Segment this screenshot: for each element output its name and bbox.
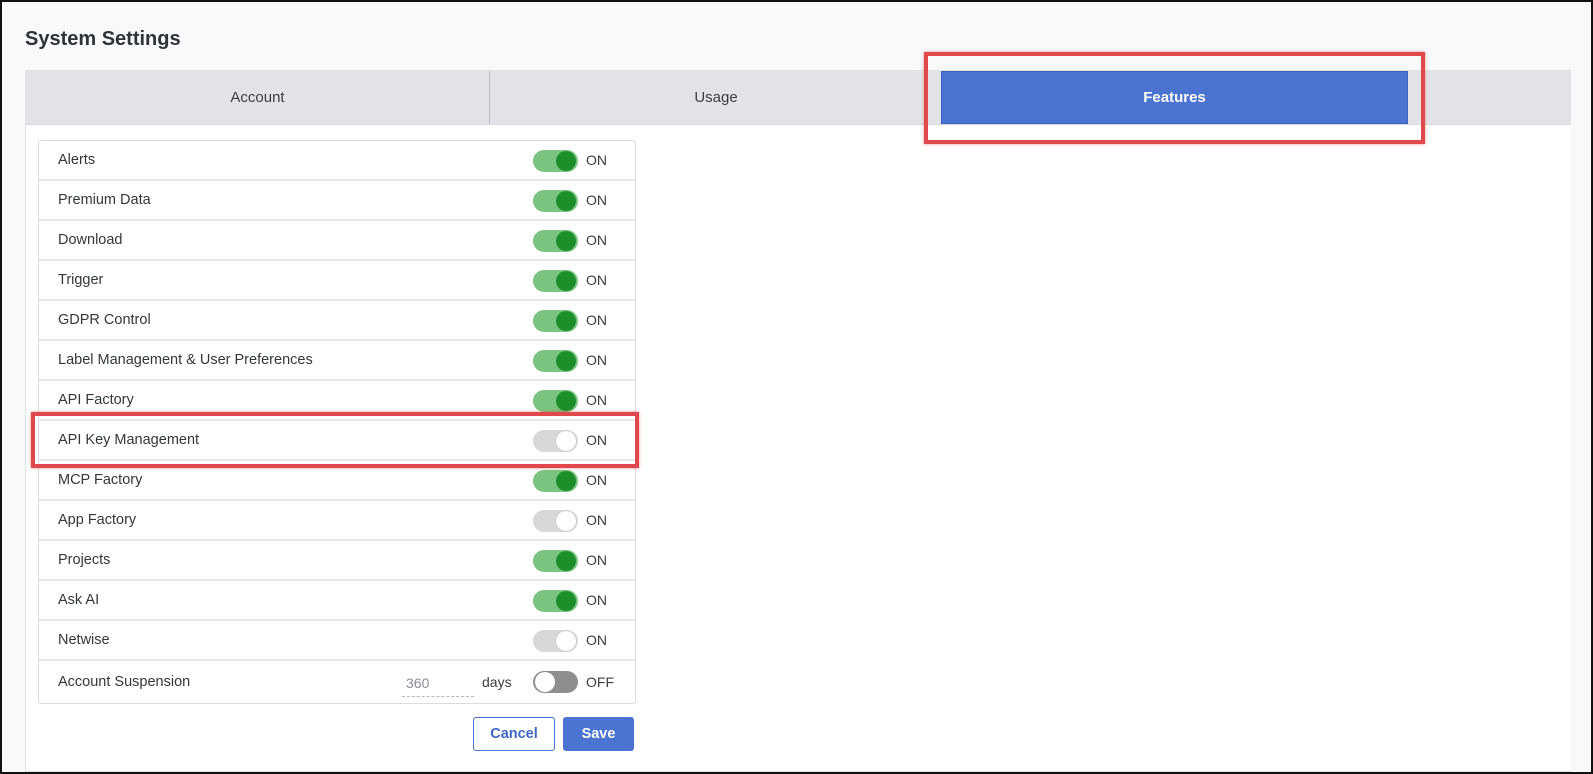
feature-toggle[interactable] <box>533 310 578 332</box>
feature-state-label: ON <box>586 472 607 488</box>
feature-state-label: ON <box>586 432 607 448</box>
feature-toggle[interactable] <box>533 630 578 652</box>
feature-label: Download <box>58 232 123 248</box>
feature-toggle[interactable] <box>533 150 578 172</box>
settings-card: Account Usage Features Alerts ON Premium D… <box>25 70 1571 772</box>
feature-toggle[interactable] <box>533 390 578 412</box>
feature-state-label: ON <box>586 352 607 368</box>
feature-state-label: ON <box>586 232 607 248</box>
feature-row: Netwise ON <box>39 621 635 661</box>
feature-state-label: ON <box>586 512 607 528</box>
days-unit-label: days <box>482 674 512 690</box>
feature-state-label: ON <box>586 192 607 208</box>
toggle-knob <box>556 351 576 371</box>
feature-label: Projects <box>58 552 111 568</box>
tab-bar-filler <box>1408 71 1571 124</box>
feature-label: Label Management & User Preferences <box>58 352 313 368</box>
feature-state-label: ON <box>586 152 607 168</box>
feature-toggle[interactable] <box>533 470 578 492</box>
toggle-knob <box>556 551 576 571</box>
feature-state-label: ON <box>586 592 607 608</box>
feature-row: Projects ON <box>39 541 635 581</box>
suspension-days-input[interactable] <box>402 669 474 697</box>
tab-usage[interactable]: Usage <box>490 71 942 124</box>
tab-features[interactable]: Features <box>941 71 1408 124</box>
toggle-knob <box>556 631 576 651</box>
feature-state-label: ON <box>586 272 607 288</box>
toggle-knob <box>556 431 576 451</box>
features-table: Alerts ON Premium Data ON Download ON Trigger O… <box>38 140 636 704</box>
feature-row: Ask AI ON <box>39 581 635 621</box>
save-button[interactable]: Save <box>563 717 634 751</box>
feature-label: Alerts <box>58 152 96 168</box>
feature-toggle[interactable] <box>533 590 578 612</box>
feature-state-label: ON <box>586 392 607 408</box>
toggle-knob <box>556 391 576 411</box>
account-suspension-label: Account Suspension <box>58 674 191 690</box>
feature-label: API Key Management <box>58 432 200 448</box>
feature-label: MCP Factory <box>58 472 143 488</box>
feature-row: API Key Management ON <box>39 421 635 461</box>
toggle-knob <box>556 591 576 611</box>
feature-toggle[interactable] <box>533 550 578 572</box>
feature-row: Premium Data ON <box>39 181 635 221</box>
settings-window: System Settings Account Usage Features A… <box>0 0 1593 774</box>
account-suspension-row: Account Suspension days OFF <box>39 661 635 703</box>
feature-label: Netwise <box>58 632 110 648</box>
feature-state-label: ON <box>586 312 607 328</box>
feature-state-label: ON <box>586 632 607 648</box>
feature-toggle[interactable] <box>533 190 578 212</box>
feature-toggle[interactable] <box>533 230 578 252</box>
tab-account[interactable]: Account <box>26 71 490 124</box>
toggle-knob <box>556 311 576 331</box>
account-suspension-toggle[interactable] <box>533 671 578 693</box>
toggle-knob <box>556 511 576 531</box>
toggle-knob <box>535 672 555 692</box>
account-suspension-state-label: OFF <box>586 674 614 690</box>
feature-row: MCP Factory ON <box>39 461 635 501</box>
feature-label: Ask AI <box>58 592 100 608</box>
feature-label: Premium Data <box>58 192 151 208</box>
tab-bar: Account Usage Features <box>26 71 1571 125</box>
toggle-knob <box>556 471 576 491</box>
toggle-knob <box>556 271 576 291</box>
feature-row: App Factory ON <box>39 501 635 541</box>
feature-toggle[interactable] <box>533 510 578 532</box>
feature-toggle[interactable] <box>533 270 578 292</box>
toggle-knob <box>556 151 576 171</box>
feature-toggle[interactable] <box>533 350 578 372</box>
feature-label: GDPR Control <box>58 312 151 328</box>
toggle-knob <box>556 191 576 211</box>
feature-row: Alerts ON <box>39 141 635 181</box>
page-title: System Settings <box>25 28 181 50</box>
feature-label: API Factory <box>58 392 134 408</box>
feature-state-label: ON <box>586 552 607 568</box>
feature-label: App Factory <box>58 512 137 528</box>
feature-label: Trigger <box>58 272 104 288</box>
feature-row: Label Management & User Preferences ON <box>39 341 635 381</box>
feature-row: GDPR Control ON <box>39 301 635 341</box>
feature-row: Trigger ON <box>39 261 635 301</box>
cancel-button[interactable]: Cancel <box>473 717 555 751</box>
toggle-knob <box>556 231 576 251</box>
feature-row: Download ON <box>39 221 635 261</box>
feature-toggle[interactable] <box>533 430 578 452</box>
feature-row: API Factory ON <box>39 381 635 421</box>
